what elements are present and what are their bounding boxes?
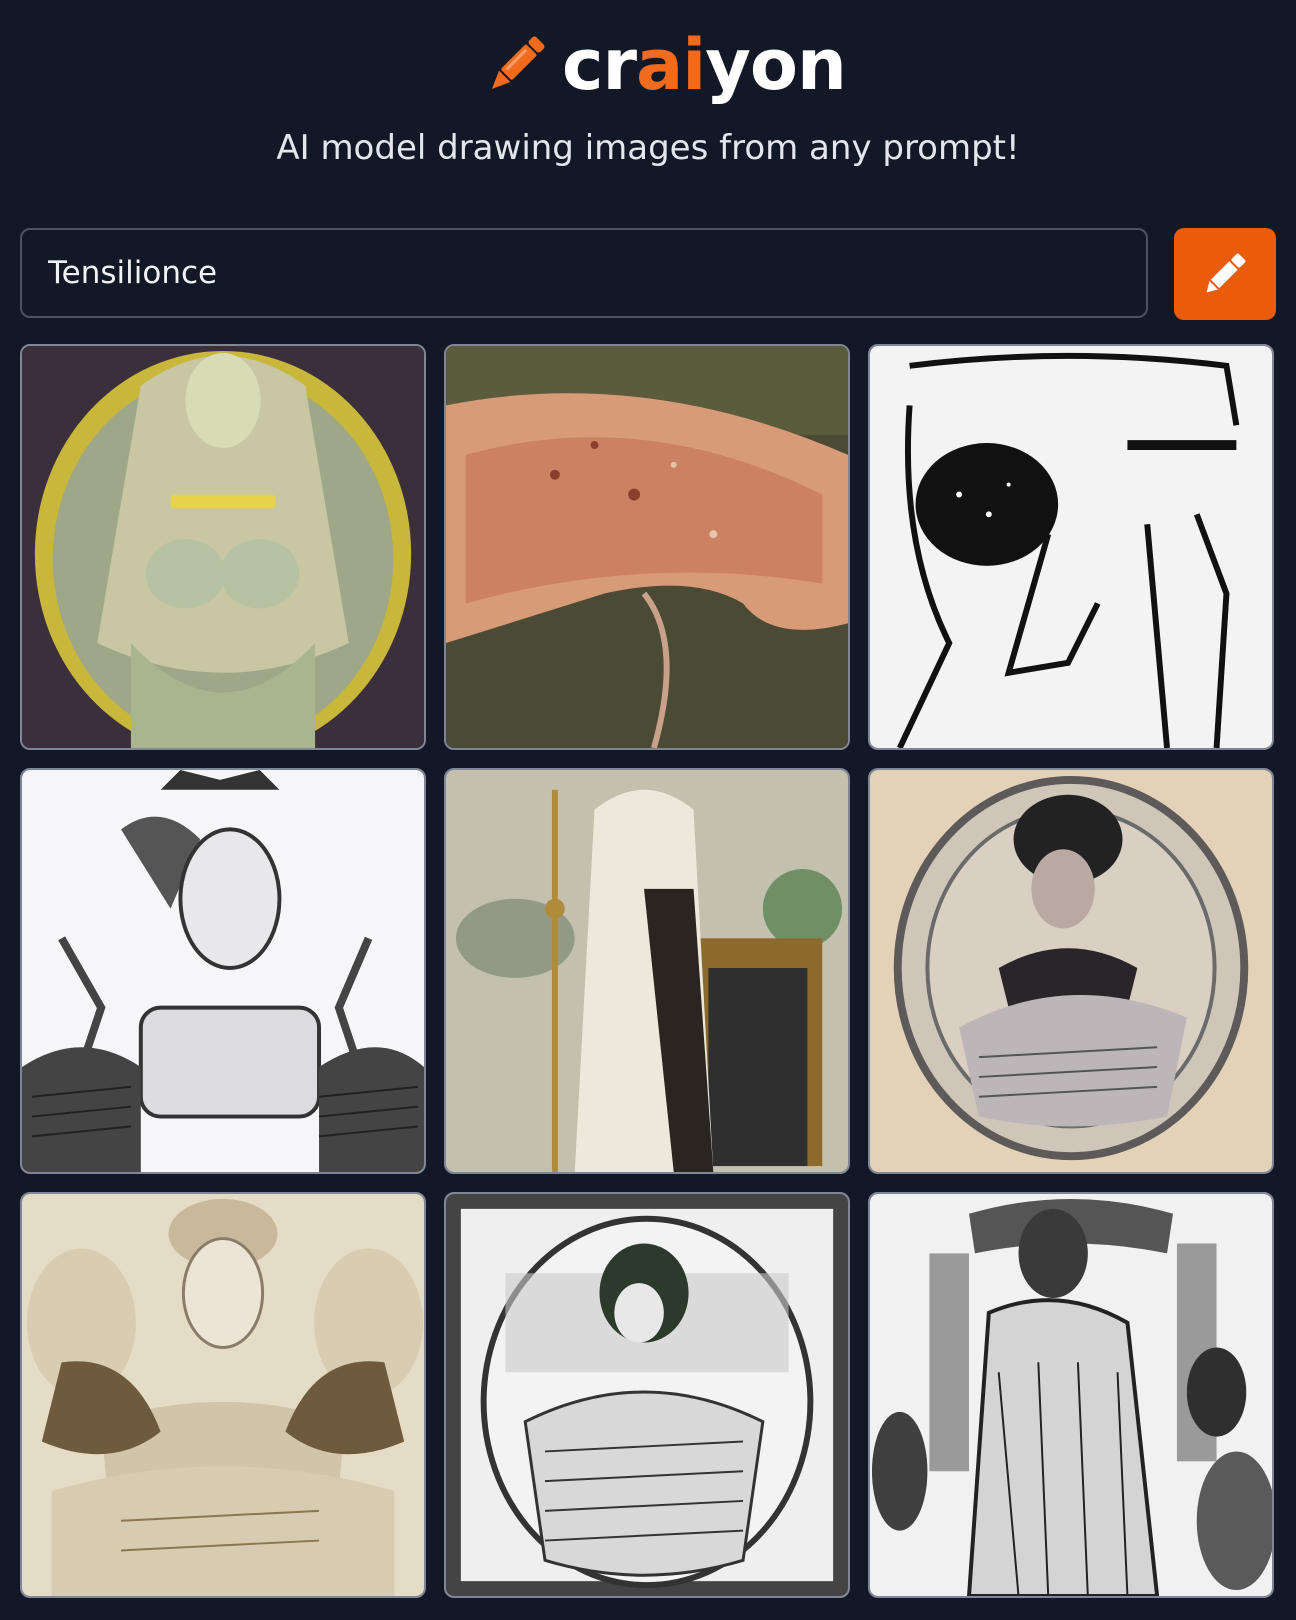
prompt-input[interactable] [20,228,1148,318]
result-image[interactable] [868,1192,1274,1598]
tagline: AI model drawing images from any prompt! [276,128,1020,168]
result-image[interactable] [868,768,1274,1174]
generated-image [870,770,1272,1172]
result-image[interactable] [20,768,426,1174]
generated-image [22,1194,424,1596]
generated-image [22,346,424,748]
generated-image [22,770,424,1172]
logo[interactable]: craiyon [480,20,847,110]
result-image[interactable] [868,344,1274,750]
result-image[interactable] [444,344,850,750]
draw-button[interactable] [1174,228,1276,320]
brand-name: craiyon [562,24,847,106]
pencil-icon [1206,253,1246,293]
result-image[interactable] [444,1192,850,1598]
generated-image [870,346,1272,748]
generated-image [446,346,848,748]
result-image[interactable] [20,344,426,750]
generated-image [446,770,848,1172]
results-grid [20,344,1276,1598]
result-image[interactable] [444,768,850,1174]
generated-image [870,1194,1272,1596]
generated-image [446,1194,848,1596]
header: craiyon AI model drawing images from any… [0,0,1296,200]
crayon-icon [491,36,545,90]
result-image[interactable] [20,1192,426,1598]
